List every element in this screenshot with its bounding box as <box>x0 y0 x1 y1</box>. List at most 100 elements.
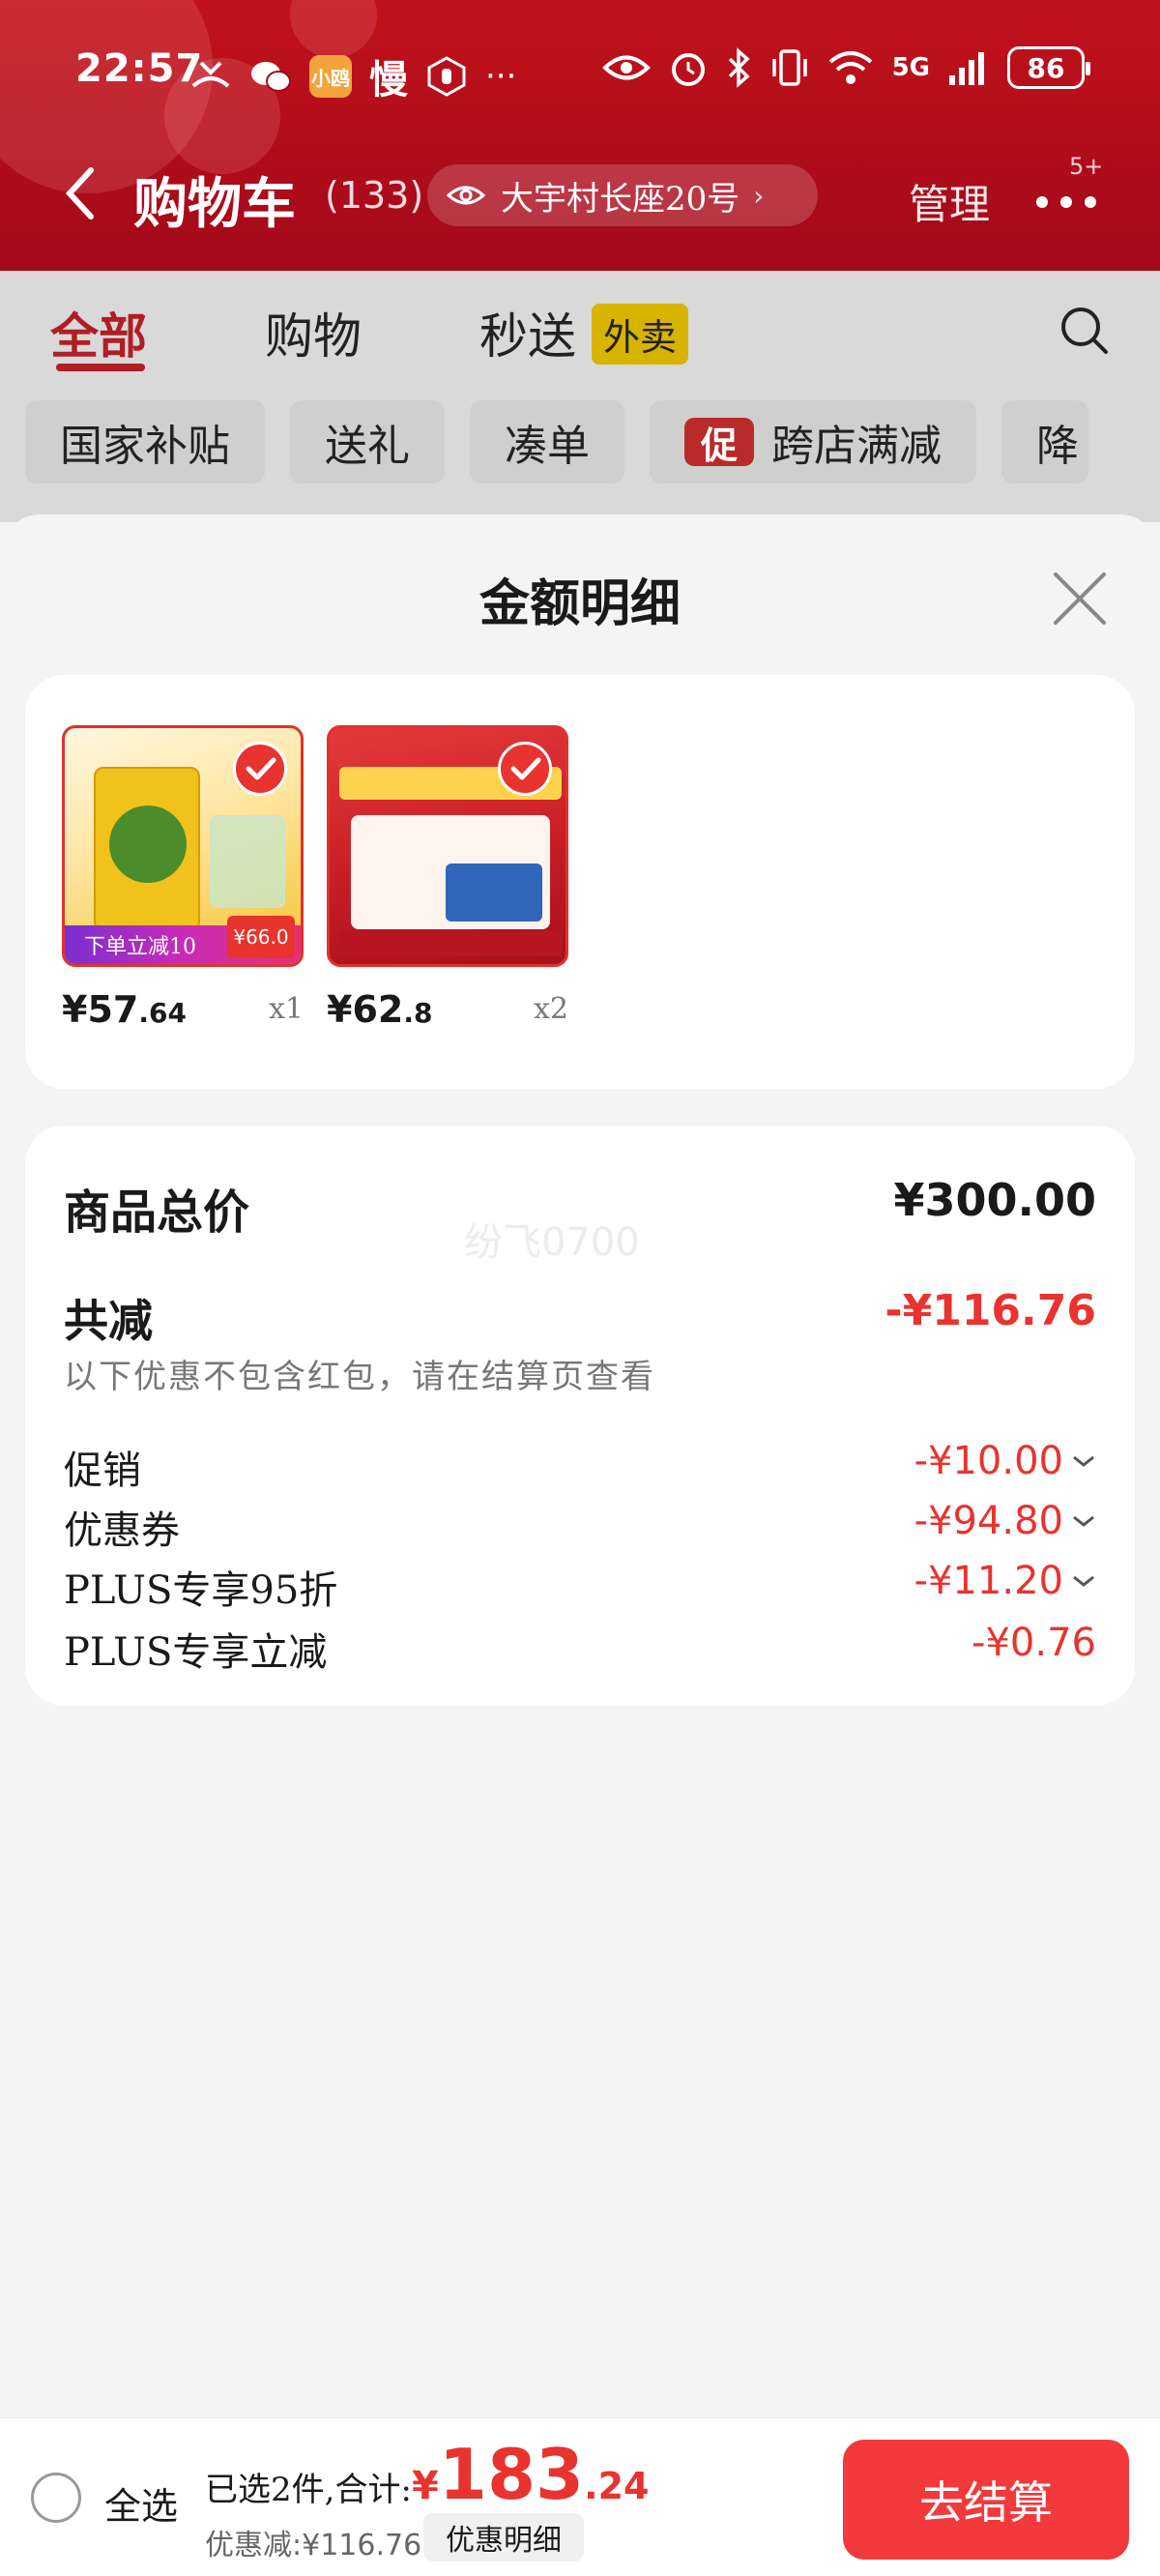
discount-label: 优惠券 <box>64 1508 180 1553</box>
address-text: 大宇村长座20号 <box>501 179 740 219</box>
wifi-icon <box>828 51 872 84</box>
product-footer-graphic <box>339 931 562 956</box>
alarm-icon <box>671 53 705 86</box>
tab-all[interactable]: 全部 <box>50 298 147 367</box>
xiaohongshu-icon: 小鸥 <box>309 55 352 98</box>
chevron-right-icon: › <box>753 179 765 212</box>
page-title: 购物车 <box>133 172 296 236</box>
product-image: 下单立减10 ¥66.0 <box>62 725 304 967</box>
discount-value: -¥10.00 <box>914 1439 1096 1483</box>
product-price: ¥62.8 x2 <box>327 988 568 1039</box>
product-label-graphic <box>109 805 187 883</box>
eye-icon <box>601 55 651 80</box>
chevron-down-icon <box>1073 1575 1094 1587</box>
product-price-tag: ¥66.0 <box>227 916 295 958</box>
grand-total-dec: .24 <box>584 2465 650 2507</box>
product-item[interactable]: 下单立减10 ¥66.0 ¥57.64 x1 <box>62 725 304 1039</box>
message-badge: 5+ <box>1069 153 1104 180</box>
select-all-label[interactable]: 全选 <box>104 2476 178 2530</box>
selected-check-icon[interactable] <box>233 742 287 796</box>
discount-amount: -¥11.20 <box>914 1559 1063 1603</box>
watermark-text: 纷飞0700 <box>464 1220 640 1265</box>
cart-count: (133) <box>325 174 424 217</box>
discount-summary: 优惠减:¥116.76 <box>205 2529 422 2562</box>
product-cans-graphic <box>446 864 542 922</box>
grand-total: ¥183.24 <box>412 2434 649 2515</box>
discount-amount: -¥10.00 <box>914 1439 1063 1483</box>
checkout-bar: 全选 已选2件,合计: ¥183.24 优惠减:¥116.76 优惠明细 去结算 <box>0 2417 1160 2576</box>
battery-indicator: 86 <box>1007 46 1090 89</box>
discount-row-plus-95[interactable]: PLUS专享95折 -¥11.20 <box>64 1559 1096 1617</box>
discount-amount: -¥94.80 <box>914 1499 1063 1543</box>
more-icon: ··· <box>485 57 517 96</box>
sheet-title: 金额明细 <box>478 574 681 633</box>
grand-total-int: 183 <box>438 2434 585 2515</box>
filter-bundle[interactable]: 凑单 <box>470 400 624 483</box>
header: 22:57 小鸥 慢 ··· 5G 86 购物车 (133) 大宇村长座20号 … <box>0 0 1160 271</box>
discount-value: -¥11.20 <box>914 1559 1096 1603</box>
product-quantity: x1 <box>268 992 304 1026</box>
product-item[interactable]: ¥62.8 x2 <box>327 725 568 1039</box>
checkout-button[interactable]: 去结算 <box>843 2440 1129 2560</box>
discount-row-plus-instant: PLUS专享立减 -¥0.76 <box>64 1621 1096 1679</box>
discount-label: 促销 <box>64 1449 141 1493</box>
filter-cross-store[interactable]: 促 跨店满减 <box>650 400 976 483</box>
hand-icon <box>427 56 466 97</box>
product-price: ¥57.64 x1 <box>62 988 304 1039</box>
tab-shopping[interactable]: 购物 <box>265 298 362 367</box>
top-nav: 购物车 (133) 大宇村长座20号 › 管理 5+ <box>0 145 1160 242</box>
discount-label: PLUS专享95折 <box>64 1568 338 1613</box>
product-price-int: ¥57 <box>62 988 139 1031</box>
price-summary-card: 商品总价 ¥300.00 纷飞0700 共减 -¥116.76 以下优惠不包含红… <box>25 1126 1135 1706</box>
select-all-radio[interactable] <box>31 2473 81 2523</box>
total-reduction-label: 共减 <box>64 1295 153 1347</box>
bluetooth-icon <box>728 47 750 88</box>
eye-icon <box>447 186 485 205</box>
status-time: 22:57 <box>75 46 204 91</box>
filter-gift[interactable]: 送礼 <box>290 400 445 483</box>
address-selector[interactable]: 大宇村长座20号 › <box>427 164 818 226</box>
reduction-note: 以下优惠不包含红包，请在结算页查看 <box>64 1358 655 1396</box>
total-price-value: ¥300.00 <box>893 1174 1096 1226</box>
filter-price-drop[interactable]: 降 <box>1001 400 1088 483</box>
slow-icon: 慢 <box>369 58 408 102</box>
manage-button[interactable]: 管理 <box>909 172 990 231</box>
amount-detail-sheet: 金额明细 下单立减10 ¥66.0 ¥57.64 x1 ¥62.8 x2 商品总… <box>0 514 1160 2576</box>
waimai-badge: 外卖 <box>592 304 689 365</box>
more-dots-icon[interactable] <box>1032 188 1100 217</box>
signal-icon <box>949 52 984 85</box>
discount-row-coupon[interactable]: 优惠券 -¥94.80 <box>64 1499 1096 1557</box>
product-image <box>327 725 568 967</box>
grand-total-currency: ¥ <box>412 2464 439 2508</box>
promo-tag-icon: 促 <box>684 418 754 467</box>
selected-products-card: 下单立减10 ¥66.0 ¥57.64 x1 ¥62.8 x2 <box>25 675 1135 1089</box>
discount-value: -¥0.76 <box>972 1621 1096 1665</box>
close-icon[interactable] <box>1050 569 1110 629</box>
back-arrow-icon[interactable] <box>58 164 106 222</box>
network-label: 5G <box>891 53 930 82</box>
filter-national-subsidy[interactable]: 国家补贴 <box>25 400 265 483</box>
discount-label: PLUS专享立减 <box>64 1630 328 1675</box>
selected-check-icon[interactable] <box>498 742 552 796</box>
filter-chips: 国家补贴 送礼 凑单 促 跨店满减 降 <box>25 400 1088 483</box>
product-quantity: x2 <box>533 992 568 1026</box>
tab-active-indicator <box>56 364 145 371</box>
discount-detail-button[interactable]: 优惠明细 <box>423 2513 584 2561</box>
product-price-dec: .8 <box>403 997 433 1029</box>
status-bar: 22:57 小鸥 慢 ··· 5G 86 <box>0 39 1160 102</box>
chevron-down-icon <box>1073 1455 1094 1467</box>
tab-fast-delivery[interactable]: 秒送 <box>479 298 576 367</box>
total-reduction-value: -¥116.76 <box>884 1286 1096 1335</box>
search-icon[interactable] <box>1058 304 1112 358</box>
total-price-label: 商品总价 <box>64 1186 250 1240</box>
total-reduction-row: 共减 -¥116.76 <box>64 1286 1096 1347</box>
chevron-down-icon <box>1073 1515 1094 1527</box>
product-price-dec: .64 <box>138 997 187 1029</box>
status-right-icons: 5G 86 <box>601 46 1090 89</box>
product-cup-graphic <box>210 815 285 908</box>
discount-value: -¥94.80 <box>914 1499 1096 1543</box>
selected-count-text: 已选2件,合计: <box>205 2471 412 2509</box>
wechat-icon <box>251 62 291 92</box>
tabs-area: 全部 购物 秒送 外卖 国家补贴 送礼 凑单 促 跨店满减 降 <box>0 271 1160 522</box>
discount-row-promotion[interactable]: 促销 -¥10.00 <box>64 1439 1096 1497</box>
